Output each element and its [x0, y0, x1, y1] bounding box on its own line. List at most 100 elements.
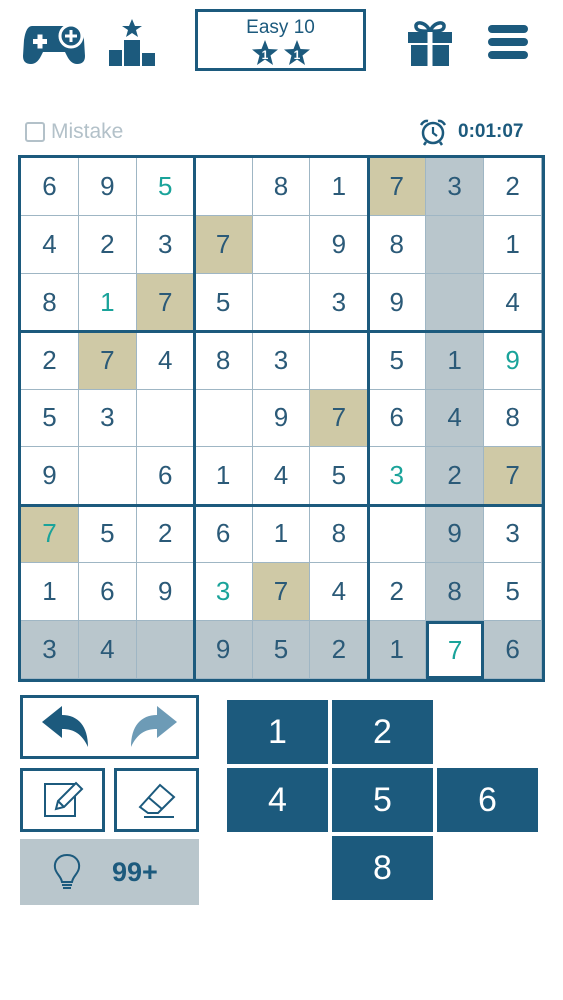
board-cell[interactable]: 3 [136, 215, 195, 274]
board-cell[interactable]: 1 [194, 447, 253, 506]
board-cell[interactable]: 1 [78, 273, 137, 332]
board-cell[interactable]: 1 [484, 215, 542, 274]
board-cell[interactable]: 5 [194, 273, 253, 332]
board-cell[interactable]: 3 [21, 621, 79, 679]
board-cell[interactable]: 5 [310, 447, 369, 506]
board-cell[interactable]: 6 [78, 563, 137, 622]
mistake-checkbox[interactable] [25, 122, 45, 142]
redo-arrow-icon[interactable] [127, 704, 179, 750]
board-cell[interactable]: 8 [194, 331, 253, 390]
gamepad-plus-icon[interactable] [22, 14, 86, 70]
board-cell[interactable] [310, 331, 369, 390]
menu-icon[interactable] [476, 14, 540, 70]
gift-icon[interactable] [398, 14, 462, 70]
board-cell[interactable]: 7 [484, 447, 542, 506]
board-cell-selected[interactable]: 7 [426, 621, 485, 679]
timer: 0:01:07 [418, 118, 524, 146]
board-cell[interactable]: 3 [194, 563, 253, 622]
board-cell[interactable]: 7 [21, 505, 79, 564]
board-cell[interactable]: 2 [484, 158, 542, 216]
number-button[interactable]: 8 [332, 836, 433, 900]
board-cell[interactable]: 3 [252, 331, 311, 390]
board-cell[interactable]: 5 [252, 621, 311, 679]
board-cell[interactable]: 2 [310, 621, 369, 679]
board-cell[interactable] [252, 215, 311, 274]
mistake-label: Mistake [51, 120, 124, 143]
board-cell[interactable]: 7 [310, 389, 369, 448]
board-cell[interactable] [368, 505, 427, 564]
board-cell[interactable]: 2 [426, 447, 485, 506]
board-cell[interactable] [426, 273, 485, 332]
number-button[interactable]: 1 [227, 700, 328, 764]
leaderboard-icon[interactable] [100, 14, 164, 70]
board-cell[interactable] [194, 389, 253, 448]
board-cell[interactable]: 6 [484, 621, 542, 679]
number-button[interactable]: 2 [332, 700, 433, 764]
board-cell[interactable]: 6 [21, 158, 79, 216]
board-cell[interactable]: 9 [21, 447, 79, 506]
board-cell[interactable]: 9 [136, 563, 195, 622]
board-cell[interactable]: 6 [136, 447, 195, 506]
board-cell[interactable]: 1 [21, 563, 79, 622]
board-cell[interactable]: 4 [21, 215, 79, 274]
number-button[interactable]: 6 [437, 768, 538, 832]
number-button[interactable]: 5 [332, 768, 433, 832]
board-cell[interactable]: 8 [368, 215, 427, 274]
board-cell[interactable]: 1 [310, 158, 369, 216]
board-cell[interactable]: 5 [368, 331, 427, 390]
board-cell[interactable] [194, 158, 253, 216]
undo-arrow-icon[interactable] [40, 704, 92, 750]
board-cell[interactable]: 5 [484, 563, 542, 622]
board-cell[interactable]: 4 [484, 273, 542, 332]
board-cell[interactable]: 2 [136, 505, 195, 564]
board-cell[interactable]: 8 [21, 273, 79, 332]
board-cell[interactable]: 4 [78, 621, 137, 679]
board-cell[interactable]: 7 [252, 563, 311, 622]
board-cell[interactable]: 8 [426, 563, 485, 622]
board-cell[interactable]: 9 [194, 621, 253, 679]
board-cell[interactable]: 3 [484, 505, 542, 564]
board-cell[interactable] [136, 621, 195, 679]
board-cell[interactable]: 8 [252, 158, 311, 216]
eraser-button[interactable] [114, 768, 199, 832]
board-cell[interactable]: 9 [426, 505, 485, 564]
board-cell[interactable]: 8 [484, 389, 542, 448]
board-cell[interactable]: 4 [310, 563, 369, 622]
hint-button[interactable]: 99+ [20, 839, 199, 905]
board-cell[interactable]: 1 [368, 621, 427, 679]
board-cell[interactable]: 7 [194, 215, 253, 274]
board-cell[interactable]: 3 [310, 273, 369, 332]
board-cell[interactable]: 4 [136, 331, 195, 390]
board-cell[interactable]: 1 [252, 505, 311, 564]
number-button[interactable]: 4 [227, 768, 328, 832]
board-cell[interactable] [426, 215, 485, 274]
board-cell[interactable]: 7 [136, 273, 195, 332]
board-cell[interactable]: 2 [368, 563, 427, 622]
board-cell[interactable]: 9 [310, 215, 369, 274]
board-cell[interactable]: 6 [194, 505, 253, 564]
board-cell[interactable]: 9 [484, 331, 542, 390]
board-cell[interactable]: 1 [426, 331, 485, 390]
board-cell[interactable]: 7 [78, 331, 137, 390]
board-cell[interactable]: 9 [78, 158, 137, 216]
pencil-button[interactable] [20, 768, 105, 832]
board-cell[interactable]: 6 [368, 389, 427, 448]
board-cell[interactable]: 5 [21, 389, 79, 448]
board-cell[interactable]: 4 [426, 389, 485, 448]
board-cell[interactable] [78, 447, 137, 506]
mistake-toggle[interactable]: Mistake [25, 120, 123, 144]
board-cell[interactable]: 3 [368, 447, 427, 506]
board-cell[interactable] [136, 389, 195, 448]
board-cell[interactable]: 2 [78, 215, 137, 274]
board-cell[interactable]: 3 [426, 158, 485, 216]
board-cell[interactable] [252, 273, 311, 332]
board-cell[interactable]: 9 [368, 273, 427, 332]
board-cell[interactable]: 7 [368, 158, 427, 216]
board-cell[interactable]: 5 [78, 505, 137, 564]
board-cell[interactable]: 2 [21, 331, 79, 390]
board-cell[interactable]: 5 [136, 158, 195, 216]
board-cell[interactable]: 8 [310, 505, 369, 564]
board-cell[interactable]: 9 [252, 389, 311, 448]
board-cell[interactable]: 3 [78, 389, 137, 448]
board-cell[interactable]: 4 [252, 447, 311, 506]
